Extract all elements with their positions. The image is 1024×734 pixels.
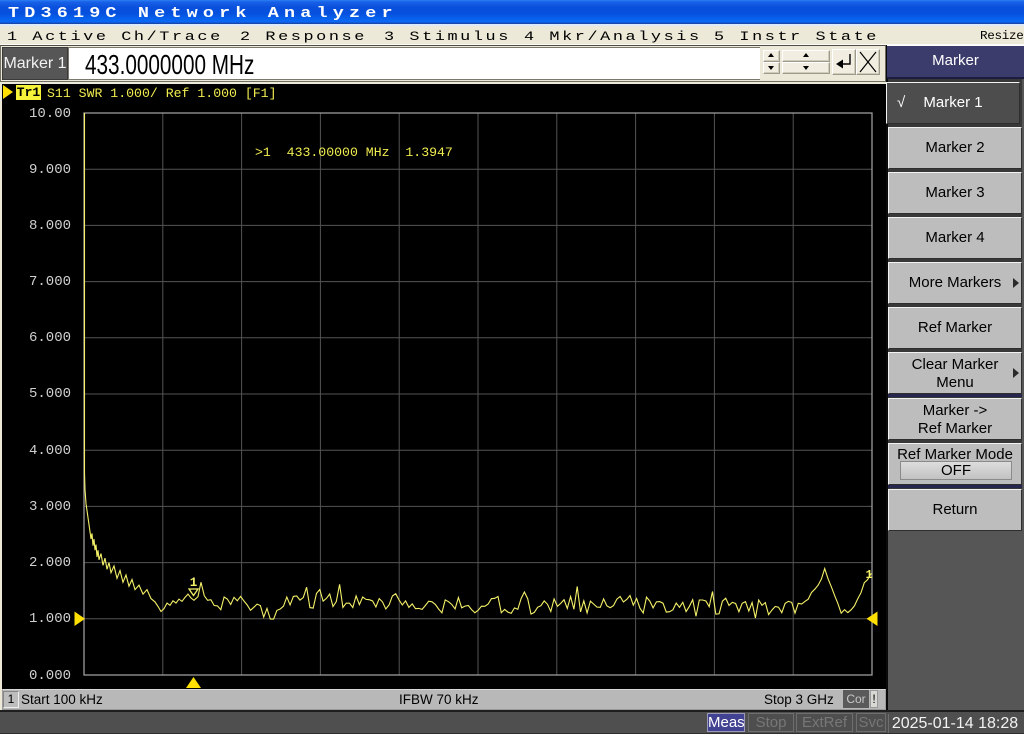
- svg-text:1: 1: [190, 576, 198, 590]
- svg-text:1: 1: [866, 568, 873, 582]
